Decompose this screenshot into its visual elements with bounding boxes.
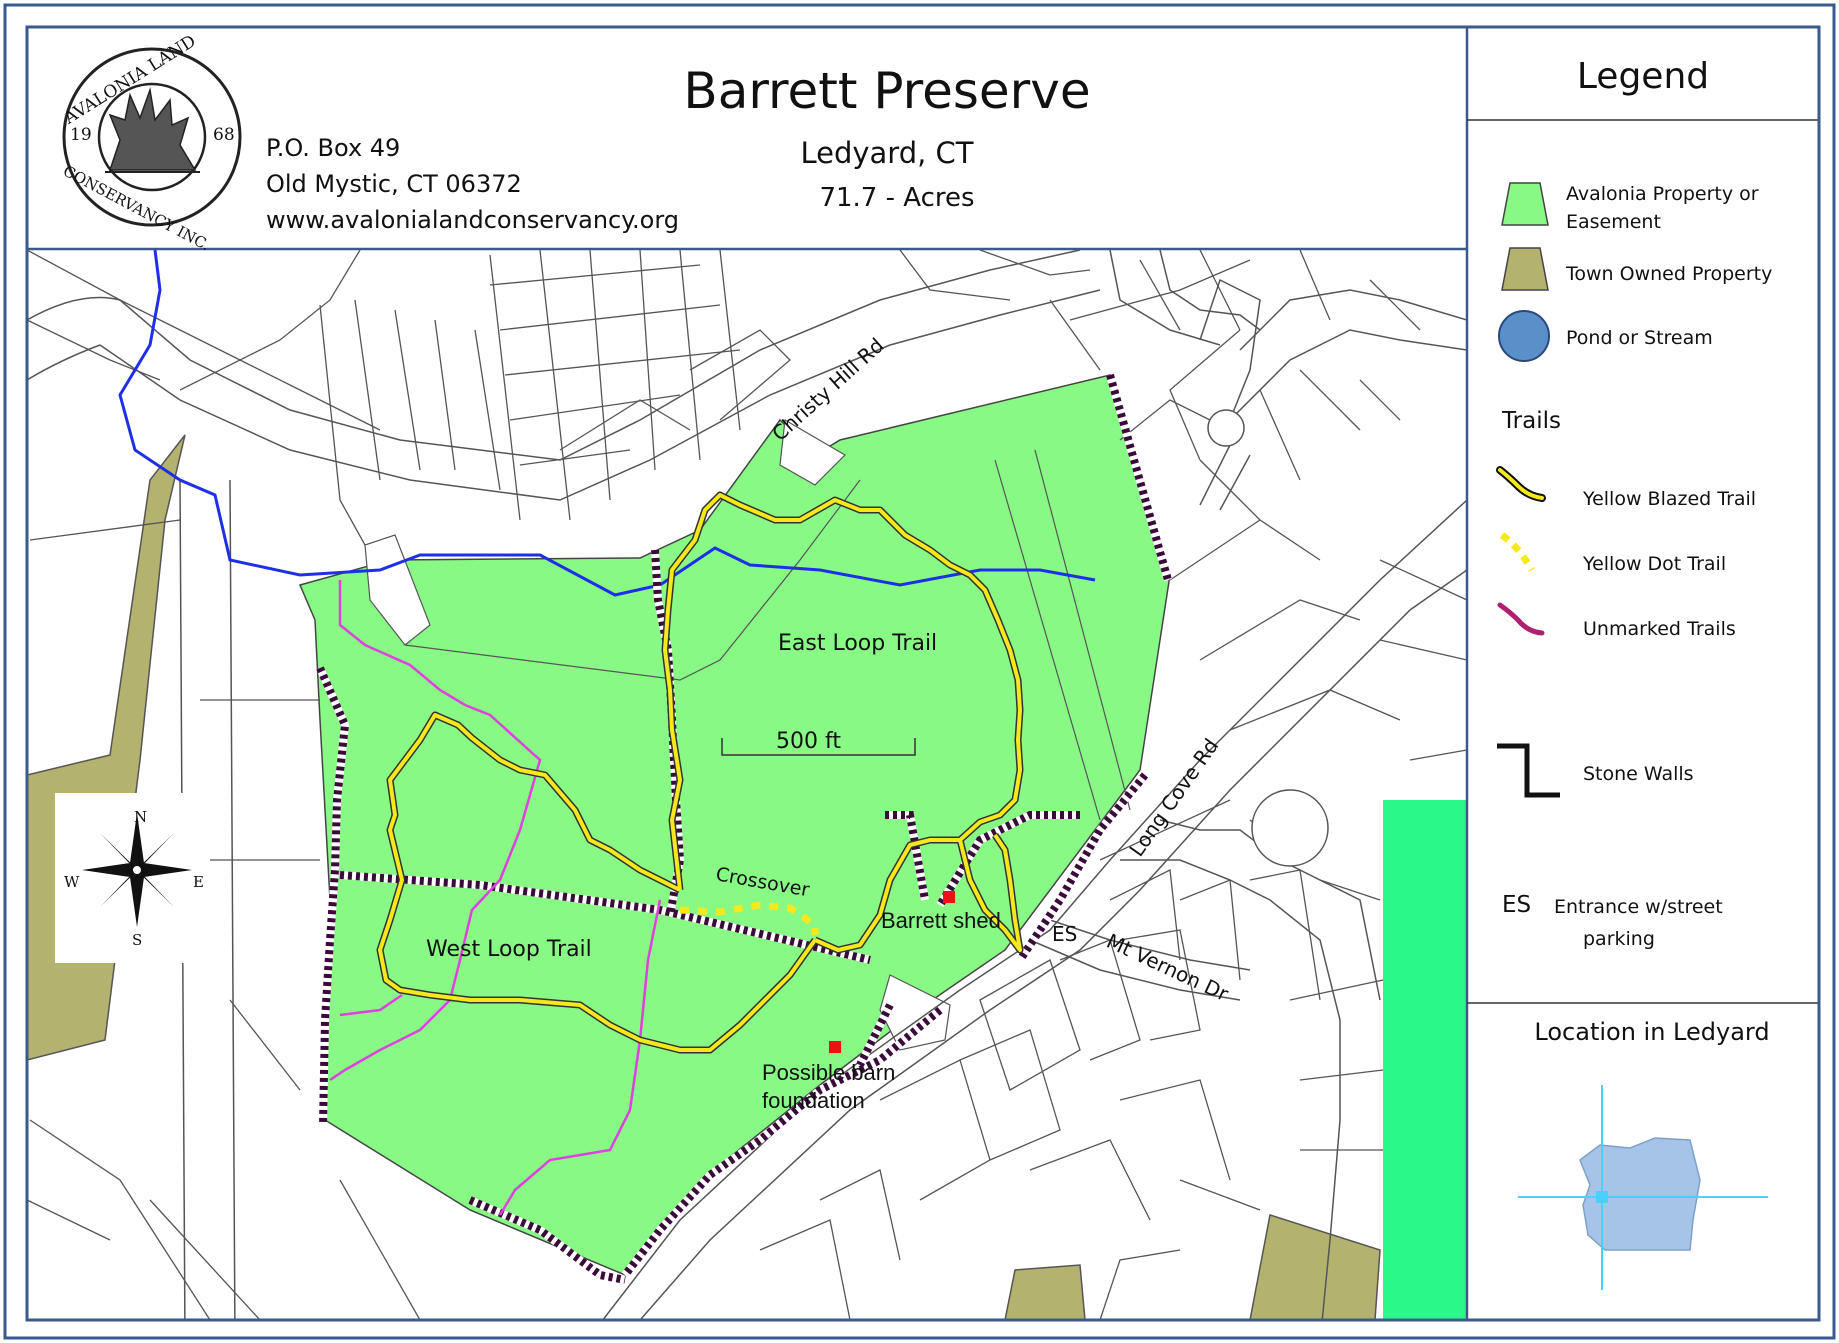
logo-year-left: 19 bbox=[70, 125, 92, 145]
label-west-loop-trail: West Loop Trail bbox=[426, 937, 592, 962]
label-barrett-shed: Barrett shed bbox=[881, 908, 1001, 933]
barrett-preserve-map: N S E W Christy Hill Rd Long Cove Rd Mt … bbox=[3, 3, 1836, 1340]
legend-avalonia-label-1: Avalonia Property or bbox=[1566, 183, 1759, 205]
protected-land-east bbox=[1383, 800, 1467, 1320]
compass-w: W bbox=[64, 873, 80, 891]
label-scale: 500 ft bbox=[776, 729, 841, 754]
legend-es-label-2: parking bbox=[1583, 928, 1655, 950]
legend-avalonia-label-2: Easement bbox=[1566, 211, 1661, 233]
town-name: Ledyard, CT bbox=[800, 136, 973, 170]
compass-s: S bbox=[132, 931, 142, 949]
cul-de-sac-long-cove bbox=[1251, 789, 1329, 867]
location-title: Location in Ledyard bbox=[1534, 1018, 1769, 1046]
acreage: 71.7 - Acres bbox=[819, 183, 974, 213]
compass-n: N bbox=[134, 808, 147, 826]
compass-e: E bbox=[193, 873, 204, 891]
page-title: Barrett Preserve bbox=[683, 62, 1090, 120]
label-barn-foundation-1: Possible barn bbox=[762, 1060, 895, 1085]
label-barn-foundation-2: foundation bbox=[762, 1088, 865, 1113]
cul-de-sac-north bbox=[1207, 409, 1245, 447]
legend-town-label: Town Owned Property bbox=[1565, 263, 1772, 285]
logo-year-right: 68 bbox=[213, 125, 235, 145]
label-es-entrance: ES bbox=[1052, 922, 1077, 946]
address-line-1: P.O. Box 49 bbox=[266, 134, 400, 162]
legend-title: Legend bbox=[1577, 56, 1709, 97]
compass-rose: N S E W bbox=[55, 793, 210, 963]
legend-panel: Legend Avalonia Property or Easement Tow… bbox=[1465, 27, 1819, 1320]
website: www.avalonialandconservancy.org bbox=[266, 206, 679, 234]
legend-yellow-blazed-label: Yellow Blazed Trail bbox=[1582, 488, 1756, 510]
legend-yellow-dot-label: Yellow Dot Trail bbox=[1582, 553, 1726, 575]
legend-es-label-1: Entrance w/street bbox=[1554, 896, 1723, 918]
legend-town-swatch bbox=[1501, 247, 1549, 291]
town-property-south-small bbox=[1004, 1264, 1086, 1320]
legend-avalonia-swatch bbox=[1501, 182, 1549, 226]
legend-stone-wall-label: Stone Walls bbox=[1583, 763, 1694, 785]
legend-pond-label: Pond or Stream bbox=[1566, 327, 1713, 349]
legend-pond-swatch bbox=[1498, 310, 1550, 362]
legend-unmarked-label: Unmarked Trails bbox=[1583, 618, 1736, 640]
header-panel: AVALONIA LAND CONSERVANCY INC. 19 68 P.O… bbox=[27, 27, 1467, 254]
barrett-shed-marker bbox=[943, 891, 955, 903]
barn-foundation-marker bbox=[829, 1041, 841, 1053]
legend-es-code: ES bbox=[1502, 892, 1531, 918]
label-east-loop-trail: East Loop Trail bbox=[778, 631, 937, 656]
address-line-2: Old Mystic, CT 06372 bbox=[266, 170, 522, 198]
legend-trails-heading: Trails bbox=[1501, 408, 1561, 434]
